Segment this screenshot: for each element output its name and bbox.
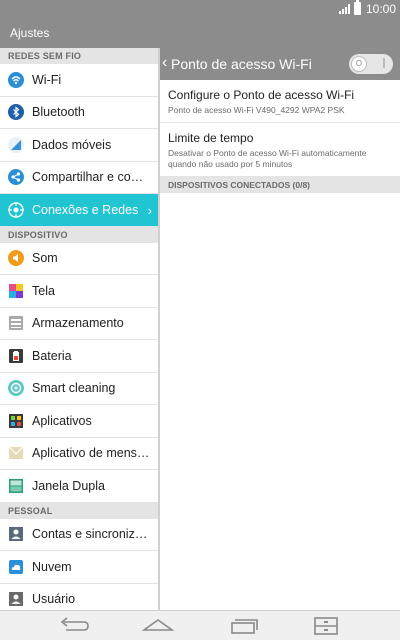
wifi-icon xyxy=(8,71,24,88)
sidebar-item-label: Compartilhar e con… xyxy=(32,170,150,185)
sidebar-item-storage[interactable]: Armazenamento xyxy=(0,308,158,340)
configure-hotspot-summary: Ponto de acesso Wi-Fi V490_4292 WPA2 PSK xyxy=(168,105,345,115)
share-icon xyxy=(8,169,24,186)
toggle-knob-icon: O xyxy=(351,56,367,72)
configure-hotspot-title: Configure o Ponto de acesso Wi-Fi xyxy=(168,88,355,102)
sidebar-item-label: Janela Dupla xyxy=(32,478,105,493)
bluetooth-icon xyxy=(8,104,24,121)
sidebar-item-apps[interactable]: Aplicativos xyxy=(0,405,158,438)
chevron-right-icon: › xyxy=(147,203,152,218)
timeout-summary: Desativar o Ponto de acesso Wi-Fi automa… xyxy=(168,148,367,169)
sidebar-item-wifi[interactable]: Wi-Fi xyxy=(0,64,158,97)
home-icon[interactable] xyxy=(140,616,176,636)
storage-icon xyxy=(8,315,24,331)
sidebar-item-label: Wi-Fi xyxy=(32,72,62,87)
signal-icon xyxy=(339,4,350,14)
sidebar-item-label: Conexões e Redes xyxy=(32,202,139,217)
sidebar-item-label: Smart cleaning xyxy=(32,381,116,396)
sidebar-item-label: Bateria xyxy=(32,348,72,363)
sidebar-item-battery[interactable]: Bateria xyxy=(0,340,158,373)
battery-status-icon xyxy=(354,0,361,15)
dual-window-icon xyxy=(8,478,24,494)
sidebar-item-label: Dados móveis xyxy=(32,137,112,152)
timeout-item[interactable]: Limite de tempo Desativar o Ponto de ace… xyxy=(160,123,400,177)
sidebar-item-label: Aplicativo de mens… xyxy=(32,446,150,461)
section-header-personal: PESSOAL xyxy=(0,502,158,519)
toggle-on-mark-icon xyxy=(383,58,385,68)
detail-title: Ponto de acesso Wi-Fi xyxy=(171,56,312,72)
sidebar-item-smart-cleaning[interactable]: Smart cleaning xyxy=(0,373,158,405)
page-title: Ajustes xyxy=(10,26,50,40)
connected-devices-header: DISPOSITIVOS CONECTADOS (0/8) xyxy=(160,177,400,193)
sidebar-item-share[interactable]: Compartilhar e con… xyxy=(0,162,158,194)
sidebar-item-label: Tela xyxy=(32,283,55,298)
sidebar-item-display[interactable]: Tela xyxy=(0,275,158,308)
sidebar-item-label: Contas e sincroniza… xyxy=(32,527,150,542)
section-header-device: DISPOSITIVO xyxy=(0,226,158,243)
sidebar-item-connections[interactable]: Conexões e Redes › xyxy=(0,194,158,227)
sidebar-item-label: Aplicativos xyxy=(32,413,92,428)
battery-icon xyxy=(8,348,24,364)
sidebar-item-label: Som xyxy=(32,251,58,266)
detail-pane: ‹ Ponto de acesso Wi-Fi O Configure o Po… xyxy=(160,48,400,610)
smart-cleaning-icon xyxy=(8,380,24,397)
apps-icon xyxy=(8,413,24,429)
status-bar: 10:00 xyxy=(0,0,400,18)
back-icon[interactable] xyxy=(56,616,92,636)
status-time: 10:00 xyxy=(366,2,397,16)
mobile-data-icon xyxy=(8,136,24,153)
section-header-wireless: REDES SEM FIO xyxy=(0,48,158,64)
user-icon xyxy=(8,591,24,607)
navigation-bar xyxy=(0,610,400,640)
settings-list: REDES SEM FIO Wi-Fi Bluetooth Dados móve… xyxy=(0,48,158,610)
dual-window-nav-icon[interactable] xyxy=(308,616,344,636)
sidebar-item-label: Nuvem xyxy=(32,559,72,574)
recent-apps-icon[interactable] xyxy=(226,616,262,636)
accounts-icon xyxy=(8,526,24,542)
back-chevron-icon[interactable]: ‹ xyxy=(162,54,167,72)
sidebar-item-bluetooth[interactable]: Bluetooth xyxy=(0,97,158,129)
hotspot-toggle[interactable]: O xyxy=(349,54,393,74)
sidebar-item-label: Bluetooth xyxy=(32,105,85,120)
sidebar-item-label: Usuário xyxy=(32,592,76,607)
sidebar-item-messaging[interactable]: Aplicativo de mens… xyxy=(0,438,158,470)
detail-header: ‹ Ponto de acesso Wi-Fi O xyxy=(160,48,400,80)
sidebar-item-dual-window[interactable]: Janela Dupla xyxy=(0,470,158,503)
timeout-title: Limite de tempo xyxy=(168,131,254,145)
sidebar-item-mobile-data[interactable]: Dados móveis xyxy=(0,129,158,162)
sidebar-item-accounts[interactable]: Contas e sincroniza… xyxy=(0,519,158,551)
sidebar-item-cloud[interactable]: Nuvem xyxy=(0,551,158,584)
messaging-icon xyxy=(8,445,24,461)
sound-icon xyxy=(8,250,24,267)
display-icon xyxy=(8,283,24,299)
cloud-icon xyxy=(8,559,24,575)
app-bar: Ajustes xyxy=(0,18,400,48)
sidebar-item-sound[interactable]: Som xyxy=(0,243,158,275)
connections-icon xyxy=(8,202,24,218)
sidebar-item-user[interactable]: Usuário xyxy=(0,584,158,611)
sidebar-item-label: Armazenamento xyxy=(32,316,124,331)
configure-hotspot-item[interactable]: Configure o Ponto de acesso Wi-Fi Ponto … xyxy=(160,80,400,123)
